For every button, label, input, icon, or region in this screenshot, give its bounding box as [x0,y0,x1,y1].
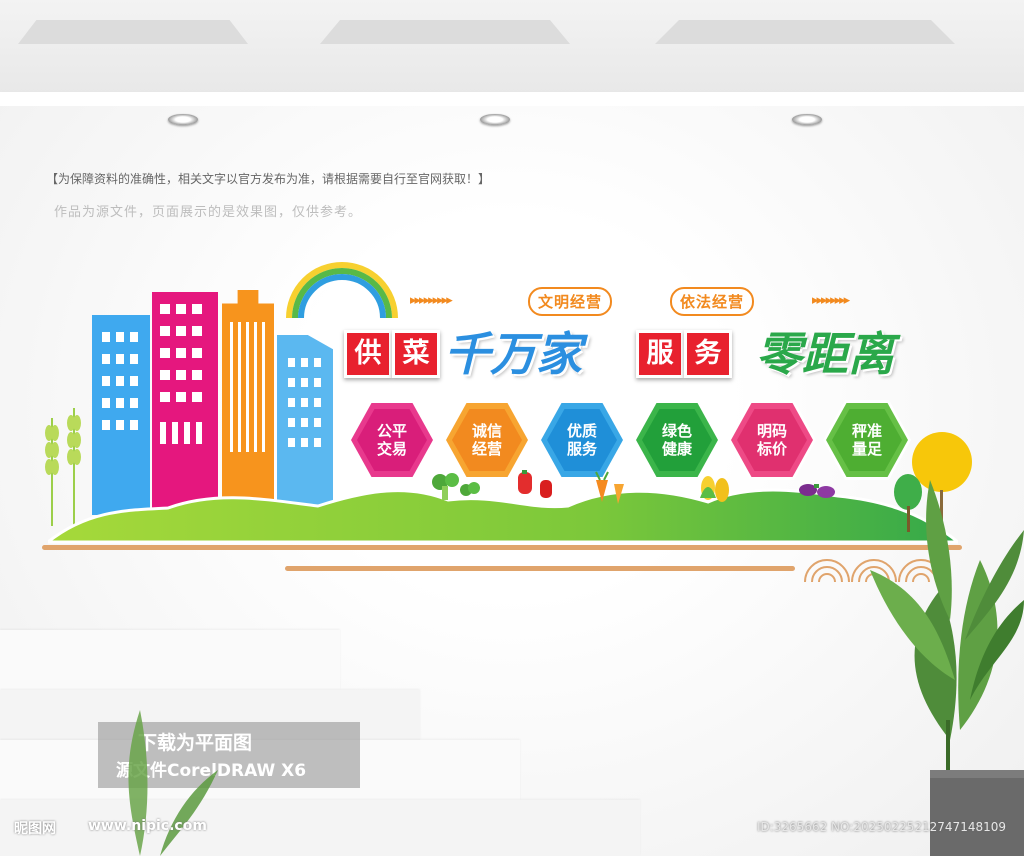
badge-line: 经营 [471,440,502,458]
badge-line: 绿色 [661,422,692,440]
broccoli-icon [432,473,480,500]
pepper-icon [518,470,552,498]
ceiling-recess [18,20,248,44]
ceiling-lamp-icon [792,114,822,125]
ceiling [0,0,1024,104]
badge-line: 服务 [566,440,597,458]
slogan-2: 依法经营 [670,287,755,316]
badge-line: 健康 [661,440,692,458]
badge-ring: 公平 交易 [351,403,433,477]
title-script: 零距离 [756,327,894,381]
notice-line: 【为保障资料的准确性，相关文字以官方发布为准，请根据需要自行至官网获取！】 [46,172,491,186]
corn-icon [700,476,729,502]
badge-face: 诚信 经营 [452,409,522,471]
ceiling-lamp-icon [480,114,510,125]
badge-face: 优质 服务 [547,409,617,471]
image-id: ID:3265662 NO:20250225212747148109 [756,820,1006,834]
ceiling-recess [655,20,955,44]
badge-line: 公平 [376,422,407,440]
badge-line: 秤准 [851,422,882,440]
badge-line: 明码 [756,422,787,440]
badge-face: 公平 交易 [357,409,427,471]
arrow-decoration: ▸▸▸▸▸▸▸▸ [812,293,850,308]
title-char: 供 [344,330,392,378]
title-script: 千万家 [444,327,582,381]
ceiling-lamp-icon [168,114,198,125]
title-char: 务 [684,330,732,378]
title-char: 服 [636,330,684,378]
shelf-line [285,566,795,571]
ceiling-recess [320,20,570,44]
site-name: 昵图网 [14,821,56,837]
badge-face: 绿色 健康 [642,409,712,471]
title-char: 菜 [392,330,440,378]
arrow-decoration: ▸▸▸▸▸▸▸▸▸ [410,293,453,308]
ceiling-edge [0,92,1024,106]
potted-plant-icon [870,480,1024,856]
site-url: www.nipic.com [88,818,207,834]
vegetables [432,470,835,504]
badge-line: 标价 [756,440,787,458]
carrot-icon [595,471,624,504]
slogan-1: 文明经营 [528,287,613,316]
badge-ring: 诚信 经营 [446,403,528,477]
badge-ring: 明码 标价 [731,403,813,477]
badge-line: 优质 [566,422,597,440]
scene: 【为保障资料的准确性，相关文字以官方发布为准，请根据需要自行至官网获取！】 作品… [0,0,1024,856]
badge-ring: 优质 服务 [541,403,623,477]
badge-line: 诚信 [471,422,502,440]
badge-ring: 绿色 健康 [636,403,718,477]
badge-face: 明码 标价 [737,409,807,471]
notice-subline: 作品为源文件，页面展示的是效果图，仅供参考。 [54,205,363,220]
badge-line: 交易 [376,440,407,458]
